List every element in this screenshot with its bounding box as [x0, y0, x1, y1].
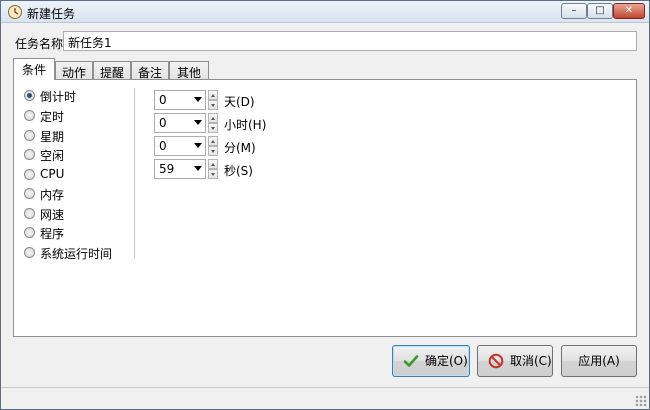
cancel-button-label: 取消(C): [510, 354, 552, 368]
hours-label: 小时(H): [224, 118, 267, 132]
days-spinner[interactable]: [208, 90, 218, 110]
spin-up-icon[interactable]: [208, 113, 218, 123]
spin-up-icon[interactable]: [208, 90, 218, 100]
radio-label: 网速: [40, 208, 65, 222]
close-icon: ✕: [624, 5, 634, 16]
radio-button[interactable]: [24, 169, 35, 180]
dropdown-arrow-icon: [194, 166, 202, 171]
status-bar: [1, 387, 649, 409]
close-button[interactable]: ✕: [613, 3, 645, 19]
days-combo[interactable]: 0: [154, 90, 206, 110]
minimize-button[interactable]: –: [561, 3, 587, 19]
radio-label: 定时: [40, 110, 65, 124]
seconds-spinner[interactable]: [208, 159, 218, 179]
ok-button[interactable]: 确定(O): [392, 345, 470, 377]
tab-notes[interactable]: 备注: [131, 61, 169, 80]
radio-button[interactable]: [24, 208, 35, 219]
hours-spinner[interactable]: [208, 113, 218, 133]
radio-label: CPU: [40, 167, 65, 181]
apply-button[interactable]: 应用(A): [561, 345, 637, 377]
apply-button-label: 应用(A): [578, 354, 620, 368]
tab-actions[interactable]: 动作: [55, 61, 93, 80]
days-label: 天(D): [224, 95, 255, 109]
spin-down-icon[interactable]: [208, 146, 218, 156]
radio-button[interactable]: [24, 227, 35, 238]
radio-button[interactable]: [24, 130, 35, 141]
seconds-label: 秒(S): [224, 164, 253, 178]
radio-label: 星期: [40, 130, 65, 144]
no-entry-icon: [488, 353, 504, 369]
spin-down-icon[interactable]: [208, 123, 218, 133]
dropdown-arrow-icon: [194, 120, 202, 125]
conditions-panel: 倒计时 定时 星期 空闲 CPU 内存 网速 程序 系统运行时间 0 天(D) …: [13, 79, 637, 337]
minutes-combo[interactable]: 0: [154, 136, 206, 156]
maximize-icon: □: [595, 5, 605, 16]
spin-down-icon[interactable]: [208, 100, 218, 110]
hours-combo[interactable]: 0: [154, 113, 206, 133]
minimize-icon: –: [571, 5, 577, 16]
minutes-value: 0: [159, 139, 167, 153]
new-task-window: 新建任务 – □ ✕ 任务名称 新任务1 条件 动作 提醒 备注 其他 倒计时 …: [0, 0, 650, 410]
radio-label: 内存: [40, 188, 65, 202]
maximize-button[interactable]: □: [587, 3, 613, 19]
spin-up-icon[interactable]: [208, 136, 218, 146]
radio-button[interactable]: [24, 247, 35, 258]
radio-label: 程序: [40, 227, 65, 241]
days-value: 0: [159, 93, 167, 107]
tab-other[interactable]: 其他: [169, 61, 209, 80]
radio-button[interactable]: [24, 188, 35, 199]
window-title: 新建任务: [27, 7, 76, 21]
radio-button[interactable]: [24, 90, 35, 101]
seconds-combo[interactable]: 59: [154, 159, 206, 179]
radio-button[interactable]: [24, 149, 35, 160]
spin-up-icon[interactable]: [208, 159, 218, 169]
spin-down-icon[interactable]: [208, 169, 218, 179]
radio-label: 系统运行时间: [40, 247, 113, 261]
radio-button[interactable]: [24, 110, 35, 121]
dropdown-arrow-icon: [194, 97, 202, 102]
radio-label: 空闲: [40, 149, 65, 163]
task-name-label: 任务名称: [15, 37, 64, 51]
tab-reminder[interactable]: 提醒: [93, 61, 131, 80]
minutes-spinner[interactable]: [208, 136, 218, 156]
cancel-button[interactable]: 取消(C): [477, 345, 553, 377]
radio-label: 倒计时: [40, 90, 77, 104]
dropdown-arrow-icon: [194, 143, 202, 148]
tab-conditions[interactable]: 条件: [13, 58, 55, 80]
minutes-label: 分(M): [224, 141, 256, 155]
resize-grip-icon[interactable]: [635, 395, 647, 407]
title-bar: 新建任务 – □ ✕: [1, 1, 649, 23]
panel-divider: [134, 88, 135, 258]
seconds-value: 59: [159, 162, 175, 176]
app-icon: [8, 5, 22, 19]
check-icon: [403, 355, 419, 367]
hours-value: 0: [159, 116, 167, 130]
ok-button-label: 确定(O): [425, 354, 468, 368]
task-name-input[interactable]: 新任务1: [63, 31, 637, 51]
